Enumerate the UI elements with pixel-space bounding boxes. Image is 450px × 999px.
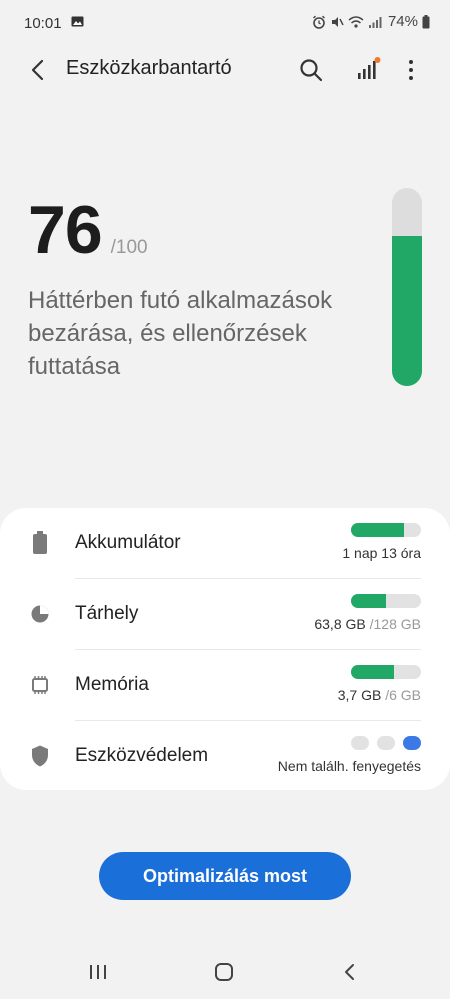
progress-bar <box>351 594 421 608</box>
memory-chip-icon <box>32 676 48 694</box>
list-item-value: 3,7 GB /6 GB <box>337 687 421 703</box>
optimize-now-button[interactable]: Optimalizálás most <box>99 852 351 900</box>
search-icon[interactable] <box>297 56 325 84</box>
status-dot <box>403 736 421 750</box>
pie-chart-icon <box>31 605 49 623</box>
more-icon[interactable] <box>399 56 423 84</box>
list-item-label: Tárhely <box>75 603 139 624</box>
score-gauge <box>392 188 422 386</box>
battery-percent: 74% <box>387 13 418 30</box>
alarm-icon <box>313 15 325 29</box>
navigation-bar <box>0 952 450 992</box>
stats-icon[interactable] <box>353 54 383 84</box>
back-icon[interactable] <box>24 56 52 84</box>
progress-fill <box>351 523 404 537</box>
score: 76 /100 <box>28 196 148 264</box>
list-item-value: Nem találh. fenyegetés <box>277 758 421 774</box>
progress-fill <box>351 665 395 679</box>
list-item-battery[interactable]: Akkumulátor 1 nap 13 óra <box>0 508 450 578</box>
status-card: Akkumulátor 1 nap 13 óra Tárhely 63,8 GB… <box>0 508 450 790</box>
wifi-icon <box>348 15 364 28</box>
list-item-storage[interactable]: Tárhely 63,8 GB /128 GB <box>0 579 450 649</box>
score-gauge-fill <box>392 235 422 386</box>
progress-bar <box>351 523 421 537</box>
progress-fill <box>351 594 386 608</box>
progress-bar <box>351 665 421 679</box>
back-icon[interactable] <box>340 961 360 983</box>
page-title: Eszközkarbantartó <box>66 57 232 79</box>
list-item-label: Eszközvédelem <box>75 745 209 766</box>
score-value: 76 <box>28 192 103 268</box>
list-item-value: 63,8 GB /128 GB <box>314 616 421 632</box>
score-max: /100 <box>110 237 148 258</box>
battery-icon <box>422 14 430 28</box>
list-item-device-protection[interactable]: Eszközvédelem Nem találh. fenyegetés <box>0 721 450 791</box>
home-icon[interactable] <box>213 961 235 983</box>
status-bar: 10:01 74% <box>0 0 450 46</box>
app-bar: Eszközkarbantartó <box>0 46 450 94</box>
battery-icon <box>33 531 47 554</box>
status-dot <box>377 736 395 750</box>
list-item-value: 1 nap 13 óra <box>342 545 421 561</box>
image-icon <box>71 16 84 27</box>
list-item-label: Akkumulátor <box>75 532 181 553</box>
recent-apps-icon[interactable] <box>88 962 108 982</box>
mute-icon <box>331 16 344 27</box>
list-item-memory[interactable]: Memória 3,7 GB /6 GB <box>0 650 450 720</box>
score-description: Háttérben futó alkalmazások bezárása, és… <box>28 287 333 380</box>
signal-icon <box>368 16 382 28</box>
status-time: 10:01 <box>24 15 62 32</box>
shield-icon <box>32 745 48 767</box>
status-dot <box>351 736 369 750</box>
list-item-label: Memória <box>75 674 149 695</box>
protection-status-dots <box>351 736 421 750</box>
